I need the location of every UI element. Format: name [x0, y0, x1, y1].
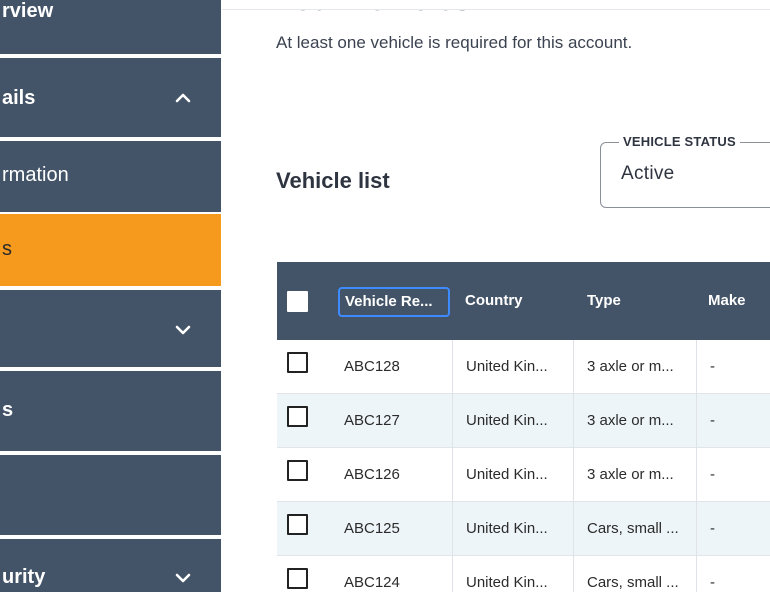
select-all-checkbox[interactable] — [287, 291, 308, 312]
sidebar-item-information[interactable]: rmation — [0, 141, 221, 212]
cell-type: Cars, small ... — [587, 574, 679, 591]
cell-make: - — [710, 466, 715, 483]
sidebar-item-label: s — [2, 238, 12, 260]
table-row[interactable]: ABC124 United Kin... Cars, small ... - — [277, 556, 770, 592]
cell-type: 3 axle or m... — [587, 358, 674, 375]
vehicle-status-select[interactable]: VEHICLE STATUS Active — [600, 134, 770, 208]
sidebar-item-section[interactable] — [0, 290, 221, 367]
row-checkbox[interactable] — [287, 352, 308, 373]
cell-vehicle-reg: ABC124 — [344, 574, 400, 591]
table-row[interactable]: ABC127 United Kin... 3 axle or m... - — [277, 394, 770, 448]
column-divider — [573, 502, 574, 556]
row-checkbox[interactable] — [287, 514, 308, 535]
cell-vehicle-reg: ABC128 — [344, 358, 400, 375]
table-row[interactable]: ABC125 United Kin... Cars, small ... - — [277, 502, 770, 556]
column-header-type[interactable]: Type — [587, 292, 621, 309]
vehicle-list-title: Vehicle list — [276, 168, 390, 193]
cell-type: 3 axle or m... — [587, 412, 674, 429]
cell-country: United Kin... — [466, 412, 548, 429]
column-divider — [573, 394, 574, 448]
column-divider — [452, 502, 453, 556]
cell-country: United Kin... — [466, 358, 548, 375]
column-divider — [452, 340, 453, 394]
chevron-up-icon — [175, 93, 191, 103]
cell-make: - — [710, 574, 715, 591]
cell-make: - — [710, 358, 715, 375]
column-header-vehicle-reg[interactable]: Vehicle Re... — [338, 287, 450, 317]
column-divider — [696, 448, 697, 502]
sidebar-item-blank[interactable] — [0, 455, 221, 535]
table-row[interactable]: ABC126 United Kin... 3 axle or m... - — [277, 448, 770, 502]
vehicle-status-label: VEHICLE STATUS — [619, 134, 740, 149]
cell-country: United Kin... — [466, 520, 548, 537]
sidebar-item-payments[interactable]: s — [0, 371, 221, 451]
column-header-make[interactable]: Make — [708, 292, 746, 309]
sidebar-item-vehicles[interactable]: s — [0, 214, 221, 286]
sidebar-item-label: rmation — [2, 164, 69, 186]
cell-country: United Kin... — [466, 466, 548, 483]
sidebar-item-label: s — [2, 399, 14, 421]
cell-type: 3 axle or m... — [587, 466, 674, 483]
column-divider — [696, 340, 697, 394]
row-checkbox[interactable] — [287, 568, 308, 589]
chevron-down-icon — [175, 325, 191, 335]
column-divider — [573, 556, 574, 592]
page-subtitle: At least one vehicle is required for thi… — [276, 33, 633, 52]
cell-make: - — [710, 412, 715, 429]
row-checkbox[interactable] — [287, 406, 308, 427]
column-divider — [696, 502, 697, 556]
sidebar-item-overview[interactable]: rview — [0, 0, 221, 54]
chevron-down-icon — [175, 573, 191, 583]
top-strip — [222, 0, 770, 10]
column-divider — [573, 340, 574, 394]
sidebar-item-label: ails — [2, 87, 36, 109]
cell-country: United Kin... — [466, 574, 548, 591]
cell-vehicle-reg: ABC127 — [344, 412, 400, 429]
cell-vehicle-reg: ABC126 — [344, 466, 400, 483]
sidebar-item-label: urity — [2, 566, 46, 588]
table-row[interactable]: ABC128 United Kin... 3 axle or m... - — [277, 340, 770, 394]
column-divider — [452, 448, 453, 502]
column-divider — [696, 556, 697, 592]
column-divider — [452, 394, 453, 448]
column-divider — [452, 556, 453, 592]
cell-vehicle-reg: ABC125 — [344, 520, 400, 537]
vehicle-status-value: Active — [621, 163, 675, 184]
vehicle-table: Vehicle Re... Country Type Make ABC128 U… — [277, 262, 770, 592]
table-header: Vehicle Re... Country Type Make — [277, 262, 770, 340]
sidebar-item-label: rview — [2, 0, 54, 22]
cell-type: Cars, small ... — [587, 520, 679, 537]
row-checkbox[interactable] — [287, 460, 308, 481]
sidebar: rview ails rmation s s urity — [0, 0, 222, 592]
column-header-country[interactable]: Country — [465, 292, 523, 309]
column-divider — [696, 394, 697, 448]
sidebar-item-details[interactable]: ails — [0, 58, 221, 137]
page: rview ails rmation s s urity At least on… — [0, 0, 770, 592]
cell-make: - — [710, 520, 715, 537]
column-divider — [573, 448, 574, 502]
sidebar-item-security[interactable]: urity — [0, 539, 221, 592]
